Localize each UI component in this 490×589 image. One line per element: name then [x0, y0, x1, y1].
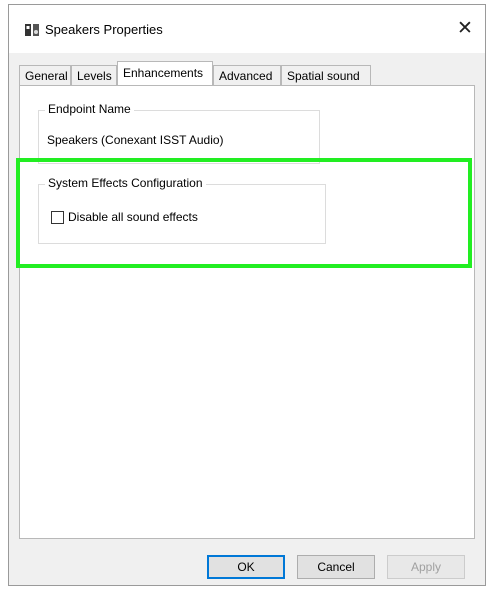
speaker-icon	[25, 23, 39, 37]
speakers-properties-dialog: Speakers Properties ✕ General Levels Enh…	[8, 4, 486, 586]
tab-content-panel: Endpoint Name Speakers (Conexant ISST Au…	[19, 85, 475, 539]
ok-button[interactable]: OK	[207, 555, 285, 579]
tab-levels[interactable]: Levels	[71, 65, 117, 85]
tab-advanced[interactable]: Advanced	[213, 65, 281, 85]
tab-enhancements[interactable]: Enhancements	[117, 61, 213, 85]
system-effects-label: System Effects Configuration	[45, 176, 206, 190]
tab-spatial-sound[interactable]: Spatial sound	[281, 65, 371, 85]
checkbox-label: Disable all sound effects	[68, 210, 198, 224]
checkbox-box[interactable]	[51, 211, 64, 224]
close-button[interactable]: ✕	[451, 15, 479, 43]
endpoint-name-value: Speakers (Conexant ISST Audio)	[47, 133, 224, 147]
apply-button[interactable]: Apply	[387, 555, 465, 579]
system-effects-group: System Effects Configuration Disable all…	[38, 176, 326, 244]
title-bar: Speakers Properties ✕	[9, 5, 485, 53]
cancel-button[interactable]: Cancel	[297, 555, 375, 579]
endpoint-name-group: Endpoint Name Speakers (Conexant ISST Au…	[38, 102, 320, 164]
window-title: Speakers Properties	[45, 22, 163, 37]
tab-general[interactable]: General	[19, 65, 71, 85]
endpoint-name-label: Endpoint Name	[45, 102, 134, 116]
